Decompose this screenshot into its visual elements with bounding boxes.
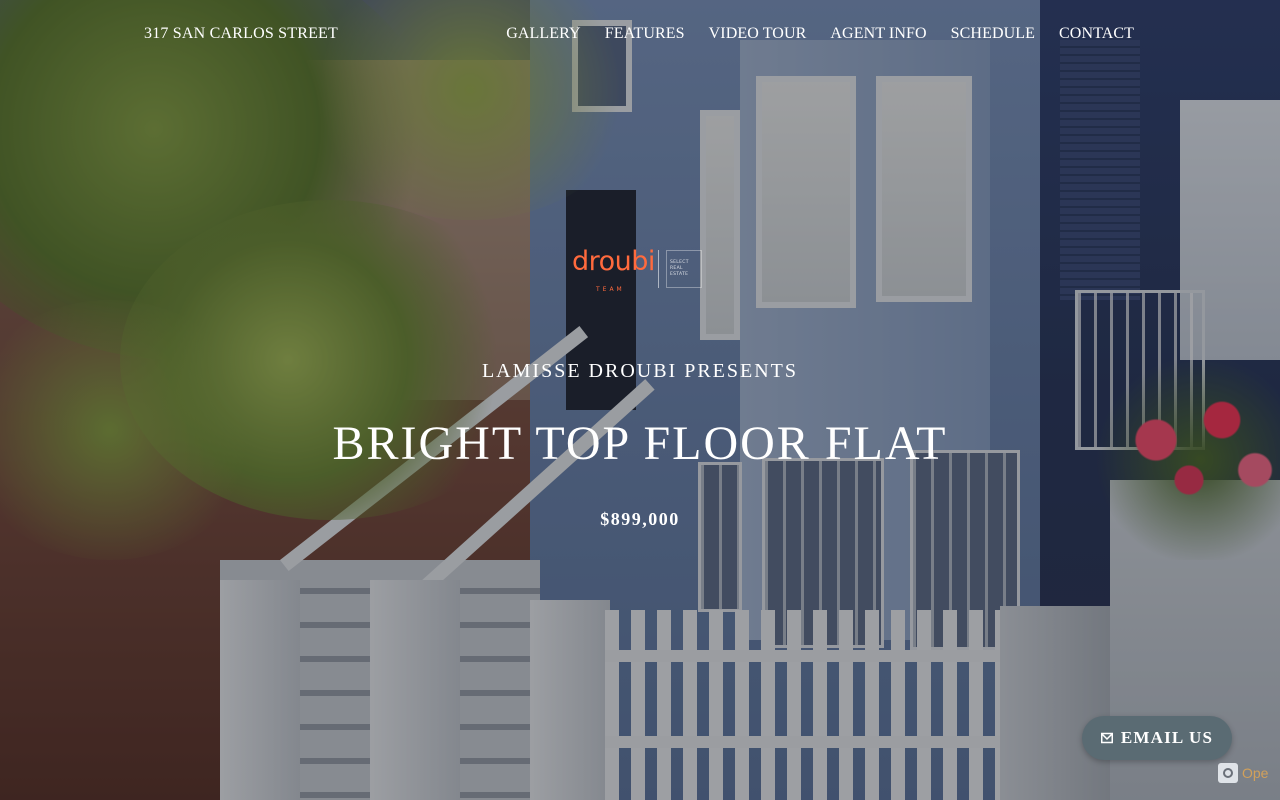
nav-agent-info[interactable]: AGENT INFO: [830, 25, 926, 43]
presenter-line: LAMISSE DROUBI PRESENTS: [481, 360, 799, 382]
partner-logo-line: ESTATE: [670, 272, 689, 277]
listing-headline: BRIGHT TOP FLOOR FLAT: [332, 417, 948, 470]
envelope-icon: [1100, 732, 1113, 744]
nav-contact[interactable]: CONTACT: [1059, 25, 1134, 43]
nav-schedule[interactable]: SCHEDULE: [951, 25, 1035, 43]
hero-section: 317 SAN CARLOS STREET GALLERY FEATURES V…: [0, 0, 1280, 800]
dark-overlay: [0, 0, 1280, 800]
email-us-button[interactable]: EMAIL US: [1082, 716, 1232, 760]
corner-badge[interactable]: Ope: [1218, 762, 1280, 784]
logo-subline: TEAM: [596, 286, 625, 293]
nav-video-tour[interactable]: VIDEO TOUR: [709, 25, 807, 43]
corner-badge-text: Ope: [1242, 765, 1269, 781]
property-address-link[interactable]: 317 SAN CARLOS STREET: [144, 25, 338, 43]
logo-wordmark: droubi: [572, 246, 655, 277]
logo-divider: [658, 250, 659, 288]
main-nav: GALLERY FEATURES VIDEO TOUR AGENT INFO S…: [506, 25, 1134, 43]
listing-price: $899,000: [600, 509, 680, 529]
nav-gallery[interactable]: GALLERY: [506, 25, 580, 43]
email-us-label: EMAIL US: [1120, 728, 1214, 747]
droubi-team-logo: droubi TEAM SELECT REAL ESTATE: [566, 244, 706, 300]
partner-logo: SELECT REAL ESTATE: [666, 250, 702, 288]
camera-icon: [1218, 763, 1238, 783]
top-navigation-bar: 317 SAN CARLOS STREET GALLERY FEATURES V…: [0, 0, 1280, 72]
nav-features[interactable]: FEATURES: [605, 25, 685, 43]
